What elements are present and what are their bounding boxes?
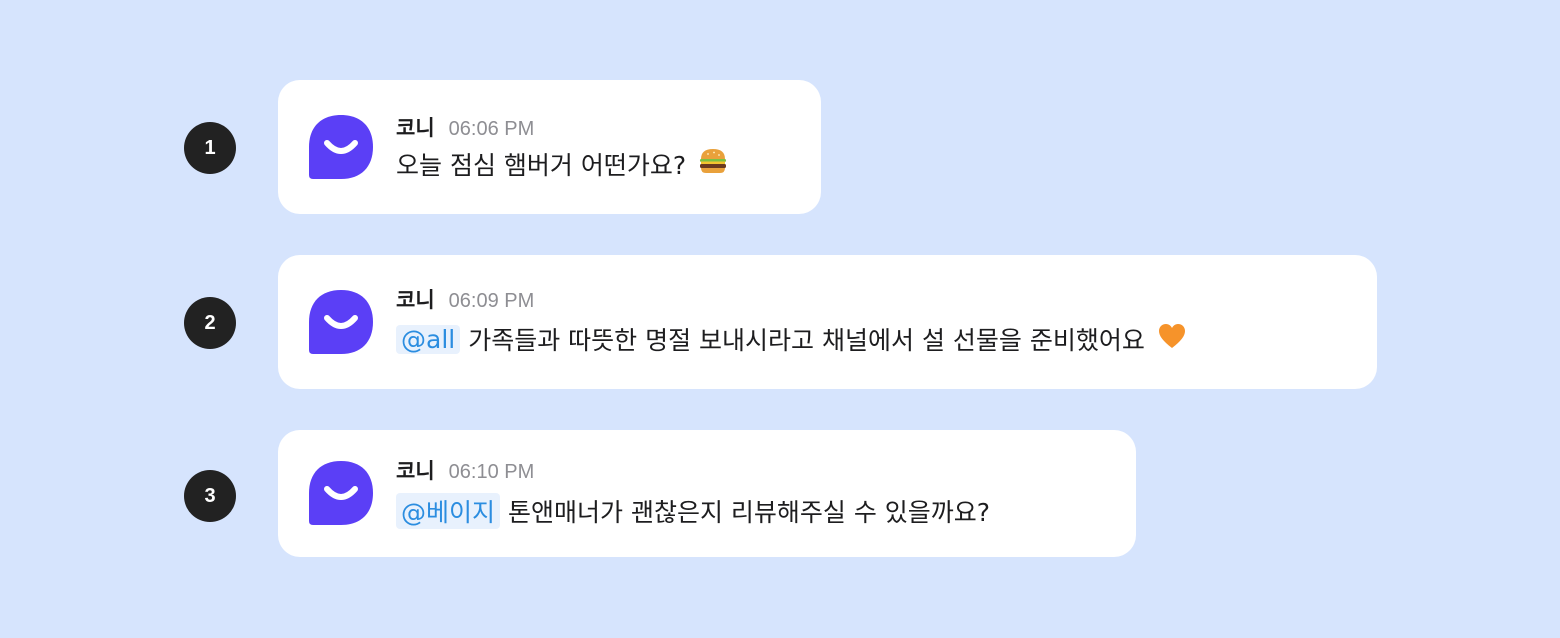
message-bubble[interactable]: 코니 06:06 PM 오늘 점심 햄버거 어떤가요? [278,80,821,214]
orange-heart-icon [1157,321,1187,357]
sender-name[interactable]: 코니 [396,455,435,485]
step-badge: 2 [184,297,236,349]
message-text-line: @all 가족들과 따뜻한 명절 보내시라고 채널에서 설 선물을 준비했어요 [396,321,1187,357]
step-badge: 1 [184,122,236,174]
chat-bubble-logo-icon [309,290,373,354]
chat-bubble-logo-icon [309,461,373,525]
message-time: 06:06 PM [448,118,535,140]
step-badge: 3 [184,470,236,522]
message-text: 가족들과 따뜻한 명절 보내시라고 채널에서 설 선물을 준비했어요 [468,326,1145,355]
chat-bubble-logo-icon [309,115,373,179]
hamburger-icon [698,146,728,182]
message-header: 코니 06:10 PM [396,455,534,485]
message-text: 오늘 점심 햄버거 어떤가요? [396,151,687,180]
mention-user[interactable]: @베이지 [396,493,501,529]
message-text-line: @베이지 톤앤매너가 괜찮은지 리뷰해주실 수 있을까요? [396,493,990,529]
mention-all[interactable]: @all [396,324,461,354]
avatar[interactable] [308,289,374,355]
message-header: 코니 06:09 PM [396,284,534,314]
avatar[interactable] [308,114,374,180]
message-bubble[interactable]: 코니 06:09 PM @all 가족들과 따뜻한 명절 보내시라고 채널에서 … [278,255,1377,389]
sender-name[interactable]: 코니 [396,284,435,314]
avatar[interactable] [308,460,374,526]
message-text-line: 오늘 점심 햄버거 어떤가요? [396,146,728,182]
sender-name[interactable]: 코니 [396,112,435,142]
message-bubble[interactable]: 코니 06:10 PM @베이지 톤앤매너가 괜찮은지 리뷰해주실 수 있을까요… [278,430,1136,557]
message-header: 코니 06:06 PM [396,112,534,142]
message-time: 06:09 PM [448,290,535,312]
message-time: 06:10 PM [448,461,535,483]
message-text: 톤앤매너가 괜찮은지 리뷰해주실 수 있을까요? [508,498,991,527]
